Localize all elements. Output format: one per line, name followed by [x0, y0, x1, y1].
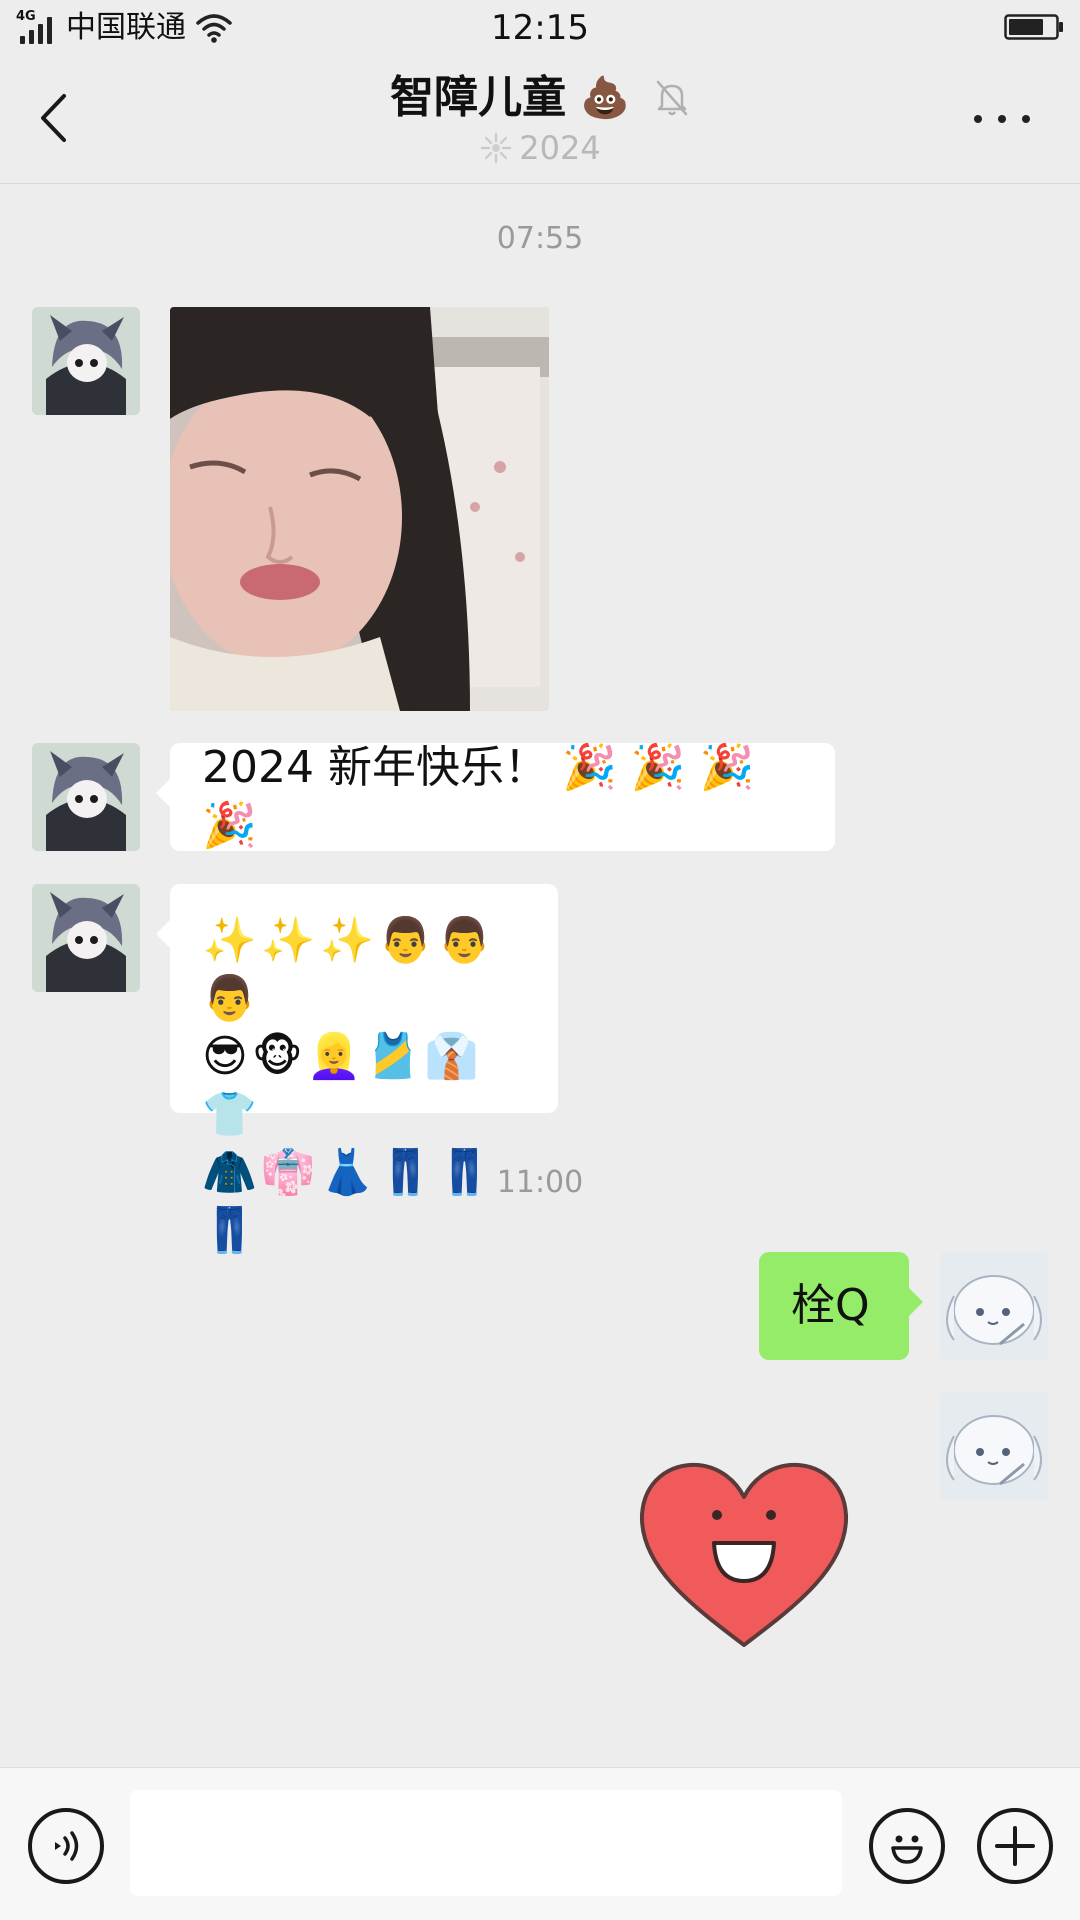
emoji-line: ✨✨✨👨👨👨 [202, 915, 496, 1024]
chat-subtitle: 2024 [519, 129, 601, 167]
plus-icon [995, 1826, 1035, 1866]
avatar-me[interactable] [940, 1392, 1048, 1500]
timestamp: 11:00 [496, 1165, 584, 1200]
timestamp: 07:55 [496, 221, 584, 256]
message-input[interactable] [130, 1790, 842, 1896]
emoji-icon [891, 1835, 923, 1864]
more-icon [974, 115, 982, 123]
status-time: 12:15 [491, 8, 589, 48]
avatar-me[interactable] [940, 1252, 1048, 1360]
avatar-image [32, 307, 140, 415]
avatar-image [32, 743, 140, 851]
firework-icon [481, 132, 512, 164]
more-button[interactable] [974, 104, 1030, 134]
avatar-image [32, 884, 140, 992]
voice-button[interactable] [28, 1808, 104, 1884]
input-bar [0, 1767, 1080, 1920]
emoji-line: 🧥👘👗👖👖👖 [202, 1147, 496, 1256]
photo-icon [170, 307, 549, 711]
avatar-image [940, 1252, 1048, 1360]
mute-bell-icon [656, 80, 688, 116]
message-text: 2024 新年快乐！ 🎉 🎉 🎉 🎉 [202, 742, 755, 851]
text-message-mine[interactable]: 栓Q [759, 1252, 923, 1360]
message-text: 栓Q [791, 1280, 870, 1331]
title-block: 智障儿童 💩 2024 [0, 68, 1080, 166]
image-message[interactable] [170, 307, 549, 711]
emoji-button[interactable] [869, 1808, 945, 1884]
battery-icon [1004, 14, 1063, 40]
avatar-other[interactable] [32, 307, 140, 415]
voice-icon [55, 1831, 79, 1861]
chat-header: 智障儿童 💩 2024 [0, 58, 1080, 184]
avatar-image [940, 1392, 1048, 1500]
emoji-line: 😎🐵👱‍♀️🎽👔👕 [202, 1031, 484, 1140]
emoji-grid: ✨✨✨👨👨👨 😎🐵👱‍♀️🎽👔👕 🧥👘👗👖👖👖 [202, 912, 526, 1260]
sticker-message[interactable] [634, 1457, 854, 1657]
heart-smile-sticker [639, 1462, 849, 1647]
plus-button[interactable] [977, 1808, 1053, 1884]
avatar-other[interactable] [32, 743, 140, 851]
title-emoji: 💩 [580, 75, 630, 121]
chat-title: 智障儿童 [390, 72, 567, 123]
avatar-other[interactable] [32, 884, 140, 992]
status-bar: 4G 中国联通 12:15 [0, 0, 1080, 58]
text-message[interactable]: 2024 新年快乐！ 🎉 🎉 🎉 🎉 [156, 742, 835, 851]
message-list[interactable]: 07:55 [0, 185, 1080, 1767]
emoji-message[interactable]: ✨✨✨👨👨👨 😎🐵👱‍♀️🎽👔👕 🧥👘👗👖👖👖 [156, 884, 558, 1256]
